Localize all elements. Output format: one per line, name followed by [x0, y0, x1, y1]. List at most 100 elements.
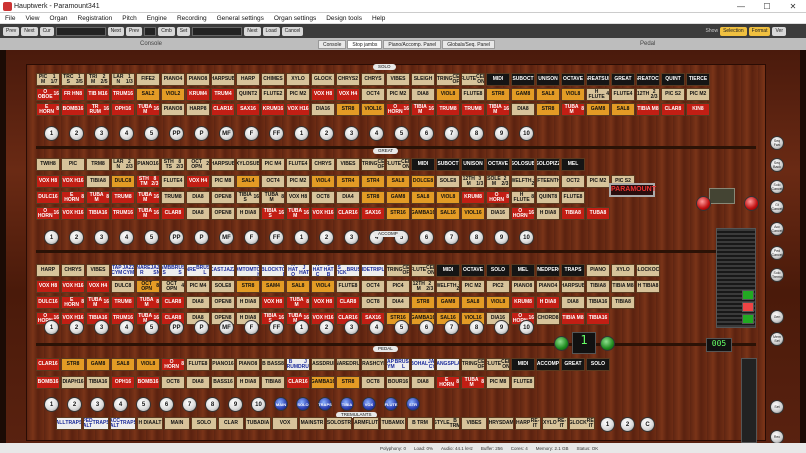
- stop-tab[interactable]: STR 4: [336, 175, 360, 188]
- stop-tab[interactable]: TIBIA S 16: [236, 191, 260, 204]
- stop-tab[interactable]: OPH 16: [111, 103, 135, 116]
- tremulant-tab[interactable]: PED ALT TRAPS: [83, 417, 109, 430]
- stop-tab[interactable]: TIBIA M8: [611, 280, 635, 293]
- stop-tab[interactable]: CLAR 8: [161, 207, 185, 220]
- stop-tab[interactable]: FLUTE 8: [561, 191, 585, 204]
- stop-tab[interactable]: QUINT 2: [236, 88, 260, 101]
- stop-tab[interactable]: TUBA 8: [586, 207, 610, 220]
- stop-tab[interactable]: DIA 16: [486, 207, 510, 220]
- stop-tab[interactable]: TUBA M 16: [136, 207, 160, 220]
- stop-tab[interactable]: PIC M2: [386, 88, 410, 101]
- stop-tab[interactable]: SAL 4: [236, 175, 260, 188]
- stop-tab[interactable]: H FLUTE 8: [511, 191, 535, 204]
- stop-tab[interactable]: TRUM 8: [161, 191, 185, 204]
- piston-accomp[interactable]: 4: [369, 320, 384, 335]
- stop-tab[interactable]: TUNEDPERCS: [536, 264, 560, 277]
- stop-tab[interactable]: TUBA M8: [261, 191, 285, 204]
- stop-tab[interactable]: OCTAVE: [486, 158, 510, 171]
- side-control-button[interactable]: Solo Tremo: [770, 268, 784, 282]
- tremulant-piston[interactable]: TRAPS: [318, 397, 332, 411]
- side-control-button[interactable]: Gen: [770, 310, 784, 324]
- stop-tab[interactable]: TRAPS: [561, 264, 585, 277]
- stop-tab[interactable]: TR RUM 16: [86, 103, 110, 116]
- tab-console[interactable]: Console: [318, 39, 347, 49]
- stop-tab[interactable]: WBLOCKJ TOM L: [261, 264, 285, 277]
- stop-tab[interactable]: SOLO SUB: [511, 158, 535, 171]
- stop-tab[interactable]: HARP: [236, 73, 260, 86]
- stop-tab[interactable]: E HORN 8: [436, 376, 460, 389]
- piston-accomp[interactable]: 9: [494, 320, 509, 335]
- stop-tab[interactable]: TWELFTH2 2/3: [436, 280, 460, 293]
- stop-tab[interactable]: STH TS 8 2/3: [161, 158, 185, 171]
- stop-tab[interactable]: CLAR 16: [336, 207, 360, 220]
- stop-tab[interactable]: SNAREDRUM: [336, 358, 360, 371]
- stop-tab[interactable]: VOX H 16: [61, 175, 85, 188]
- stop-tab[interactable]: TIBIA S 16: [261, 207, 285, 220]
- stop-tab[interactable]: SOLO PIZZ: [536, 158, 560, 171]
- stop-tab[interactable]: PIANO 8: [236, 358, 260, 371]
- stop-tab[interactable]: SAL 8: [411, 191, 435, 204]
- stop-tab[interactable]: TAP CYMBRUSH L: [386, 358, 410, 371]
- stop-tab[interactable]: CHRYS: [61, 264, 85, 277]
- stop-tab[interactable]: OPEN 8: [211, 296, 235, 309]
- stop-tab[interactable]: GLOCKOCT: [636, 264, 660, 277]
- piston-solo[interactable]: 4: [369, 126, 384, 141]
- stop-tab[interactable]: SOLO: [486, 264, 510, 277]
- stop-tab[interactable]: DIA 8: [511, 103, 535, 116]
- stop-tab[interactable]: OCT 8: [361, 296, 385, 309]
- toolbar-ver-button[interactable]: Ver: [772, 26, 786, 36]
- stop-tab[interactable]: TRC S1 3/5: [61, 73, 85, 86]
- piston-solo[interactable]: 6: [419, 126, 434, 141]
- piston-accomp[interactable]: 3: [94, 320, 109, 335]
- tremulant-tab[interactable]: XYLO RE-IT: [542, 417, 568, 430]
- stop-tab[interactable]: FR HN 8: [61, 88, 85, 101]
- stop-tab[interactable]: VIOL 16: [361, 103, 385, 116]
- seq-back-button[interactable]: [554, 336, 569, 351]
- stop-tab[interactable]: HARP: [36, 264, 60, 277]
- stop-tab[interactable]: TWIH 8: [36, 158, 60, 171]
- menu-item-registration[interactable]: Registration: [73, 15, 118, 22]
- stop-tab[interactable]: TUBA M8: [86, 191, 110, 204]
- stop-tab[interactable]: TUBA M 16: [136, 191, 160, 204]
- stop-tab[interactable]: VIOL 8: [136, 358, 160, 371]
- stop-tab[interactable]: GREATSUB: [586, 73, 610, 86]
- stop-tab[interactable]: PIANO 8: [161, 103, 185, 116]
- piston-pedal[interactable]: 8: [205, 397, 220, 412]
- piston-accomp[interactable]: 5: [144, 320, 159, 335]
- stop-tab[interactable]: FLUTE 8: [461, 88, 485, 101]
- piston-solo[interactable]: 7: [444, 126, 459, 141]
- stop-tab[interactable]: SAX 16: [361, 207, 385, 220]
- stop-tab[interactable]: H TIBIA 8: [636, 280, 660, 293]
- stop-tab[interactable]: VIOL 4: [311, 280, 335, 293]
- stop-tab[interactable]: TRUM 16: [111, 88, 135, 101]
- stop-tab[interactable]: TRUM 4: [211, 88, 235, 101]
- crescendo-off-button[interactable]: [696, 196, 711, 211]
- menu-item-design-tools[interactable]: Design tools: [321, 15, 367, 22]
- tremulant-tab[interactable]: ACC ALT TRAPS: [110, 417, 136, 430]
- piston-solo[interactable]: 1: [294, 126, 309, 141]
- minimize-button[interactable]: —: [728, 0, 754, 13]
- tremulant-tab[interactable]: TUBA MIX: [380, 417, 406, 430]
- piston-great[interactable]: 1: [44, 230, 59, 245]
- piston-great[interactable]: 3: [94, 230, 109, 245]
- stop-tab[interactable]: KIN 8: [686, 103, 710, 116]
- stop-tab[interactable]: PIC M2: [286, 175, 310, 188]
- stop-tab[interactable]: S STICKBRUSH: [336, 264, 360, 277]
- piston-accomp[interactable]: FF: [269, 320, 284, 335]
- stop-tab[interactable]: DIA 4: [386, 296, 410, 309]
- stop-tab[interactable]: TIBIA 8: [586, 280, 610, 293]
- piston-pedal[interactable]: 3: [90, 397, 105, 412]
- stop-tab[interactable]: KRUM 4: [186, 88, 210, 101]
- stop-tab[interactable]: SAL 8: [611, 103, 635, 116]
- stop-tab[interactable]: PIC M2: [461, 280, 485, 293]
- side-control-button[interactable]: Acc Cancel: [770, 222, 784, 236]
- piston-accomp[interactable]: F: [244, 320, 259, 335]
- piston-great[interactable]: 7: [444, 230, 459, 245]
- piston-great[interactable]: 1: [294, 230, 309, 245]
- stop-tab[interactable]: TRM 8: [86, 158, 110, 171]
- piston-pedal[interactable]: 6: [159, 397, 174, 412]
- stop-tab[interactable]: XYLO: [286, 73, 310, 86]
- piston-accomp[interactable]: 2: [69, 320, 84, 335]
- stop-tab[interactable]: STR 8: [486, 88, 510, 101]
- stop-tab[interactable]: HARP SUB: [211, 158, 235, 171]
